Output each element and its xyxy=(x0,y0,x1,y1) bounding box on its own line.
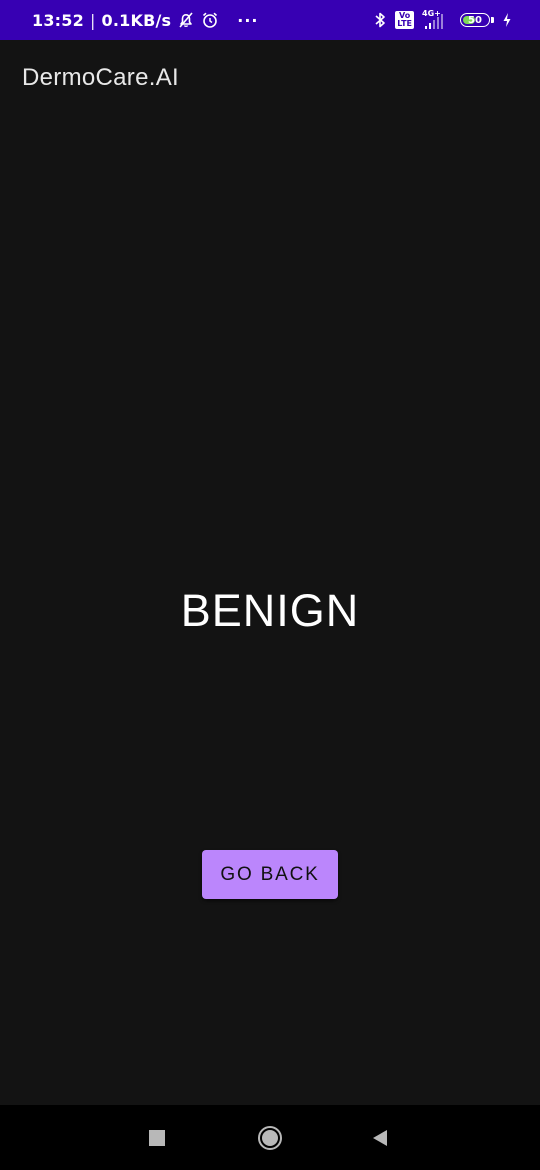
more-notifications-icon: ··· xyxy=(237,10,259,30)
network-speed: 0.1KB/s xyxy=(101,10,172,30)
alarm-icon xyxy=(201,11,219,29)
status-right: Vo LTE 4G+ 50 xyxy=(373,0,512,40)
status-separator: | xyxy=(89,10,96,30)
battery-level: 50 xyxy=(468,14,482,26)
status-left: 13:52 | 0.1KB/s ··· xyxy=(32,0,258,40)
volte-icon: Vo LTE xyxy=(395,11,414,29)
home-icon[interactable] xyxy=(240,1105,300,1170)
go-back-button[interactable]: GO BACK xyxy=(202,850,338,899)
battery-tip xyxy=(491,17,494,23)
charging-icon xyxy=(502,12,512,28)
bluetooth-icon xyxy=(373,11,387,29)
result-label: BENIGN xyxy=(180,585,360,636)
signal-icon: 4G+ xyxy=(422,9,452,31)
screen: 13:52 | 0.1KB/s ··· Vo LTE 4G+ 50 DermoC… xyxy=(0,0,540,1170)
mute-bell-icon xyxy=(177,11,195,29)
clock: 13:52 xyxy=(32,10,84,30)
recents-icon[interactable] xyxy=(127,1105,187,1170)
battery-icon: 50 xyxy=(460,13,494,27)
system-nav-bar xyxy=(0,1105,540,1170)
status-bar: 13:52 | 0.1KB/s ··· Vo LTE 4G+ 50 xyxy=(0,0,540,40)
app-title: DermoCare.AI xyxy=(22,64,179,91)
back-icon[interactable] xyxy=(350,1105,410,1170)
battery-body: 50 xyxy=(460,13,490,27)
